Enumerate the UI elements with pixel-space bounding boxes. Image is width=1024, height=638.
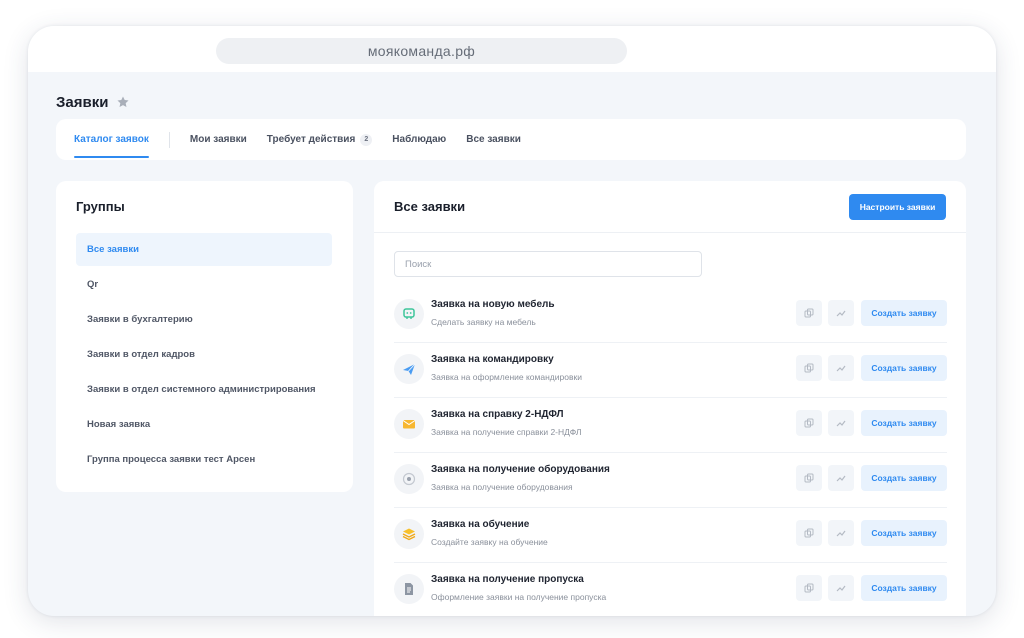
- list-item[interactable]: Заявка на новую мебель Сделать заявку на…: [394, 288, 947, 343]
- request-subtitle: Сделать заявку на мебель: [431, 317, 536, 327]
- requests-header: Все заявки Настроить заявки: [374, 181, 966, 233]
- list-item[interactable]: Заявка на командировку Заявка на оформле…: [394, 343, 947, 398]
- group-item-accounting[interactable]: Заявки в бухгалтерию: [76, 303, 332, 336]
- app-window: моякоманда.рф Заявки Каталог заявок Мои …: [28, 26, 996, 616]
- stats-icon[interactable]: [828, 410, 854, 436]
- request-subtitle: Заявка на получение справки 2-НДФЛ: [431, 427, 582, 437]
- group-item-qr[interactable]: Qr: [76, 268, 332, 301]
- request-title: Заявка на справку 2-НДФЛ: [431, 409, 564, 420]
- star-icon[interactable]: [116, 95, 130, 109]
- tab-divider: [168, 131, 170, 148]
- stats-icon[interactable]: [828, 520, 854, 546]
- list-item[interactable]: Заявка на получение пропуска Оформление …: [394, 563, 947, 616]
- page-title-row: Заявки: [56, 92, 130, 112]
- requests-panel: Все заявки Настроить заявки Заявка на но…: [374, 181, 966, 616]
- equipment-icon: [394, 464, 424, 494]
- request-title: Заявка на командировку: [431, 354, 554, 365]
- tab-catalog[interactable]: Каталог заявок: [74, 119, 149, 160]
- tab-watching[interactable]: Наблюдаю: [392, 119, 446, 160]
- copy-icon[interactable]: [796, 355, 822, 381]
- create-request-button[interactable]: Создать заявку: [861, 410, 947, 436]
- request-subtitle: Заявка на оформление командировки: [431, 372, 582, 382]
- request-subtitle: Заявка на получение оборудования: [431, 482, 573, 492]
- request-title: Заявка на получение пропуска: [431, 574, 584, 585]
- list-item[interactable]: Заявка на справку 2-НДФЛ Заявка на получ…: [394, 398, 947, 453]
- browser-bar: моякоманда.рф: [28, 26, 996, 72]
- requests-title: Все заявки: [394, 199, 466, 214]
- paper-plane-icon: [394, 354, 424, 384]
- list-item[interactable]: Заявка на обучение Создайте заявку на об…: [394, 508, 947, 563]
- furniture-robot-icon: [394, 299, 424, 329]
- stats-icon[interactable]: [828, 355, 854, 381]
- group-item-all[interactable]: Все заявки: [76, 233, 332, 266]
- copy-icon[interactable]: [796, 465, 822, 491]
- tab-all-requests[interactable]: Все заявки: [466, 119, 521, 160]
- group-item-sysadmin[interactable]: Заявки в отдел системного администрирова…: [76, 373, 332, 406]
- group-item-hr[interactable]: Заявки в отдел кадров: [76, 338, 332, 371]
- create-request-button[interactable]: Создать заявку: [861, 465, 947, 491]
- copy-icon[interactable]: [796, 575, 822, 601]
- envelope-icon: [394, 409, 424, 439]
- page-title: Заявки: [56, 93, 109, 111]
- address-bar[interactable]: моякоманда.рф: [216, 38, 627, 64]
- configure-requests-button[interactable]: Настроить заявки: [849, 194, 946, 220]
- tab-requires-action-label: Требует действия: [266, 134, 356, 145]
- group-item-test[interactable]: Группа процесса заявки тест Арсен: [76, 443, 332, 476]
- document-icon: [394, 574, 424, 604]
- tab-requires-action[interactable]: Требует действия 2: [267, 119, 373, 160]
- request-title: Заявка на обучение: [431, 519, 530, 530]
- request-title: Заявка на новую мебель: [431, 299, 555, 310]
- layers-icon: [394, 519, 424, 549]
- copy-icon[interactable]: [796, 520, 822, 546]
- stats-icon[interactable]: [828, 575, 854, 601]
- create-request-button[interactable]: Создать заявку: [861, 355, 947, 381]
- stats-icon[interactable]: [828, 465, 854, 491]
- list-item[interactable]: Заявка на получение оборудования Заявка …: [394, 453, 947, 508]
- groups-list: Все заявки Qr Заявки в бухгалтерию Заявк…: [76, 233, 332, 478]
- tab-my-requests[interactable]: Мои заявки: [190, 119, 247, 160]
- count-badge: 2: [360, 134, 373, 146]
- request-subtitle: Оформление заявки на получение пропуска: [431, 592, 607, 602]
- create-request-button[interactable]: Создать заявку: [861, 575, 947, 601]
- create-request-button[interactable]: Создать заявку: [861, 520, 947, 546]
- copy-icon[interactable]: [796, 300, 822, 326]
- copy-icon[interactable]: [796, 410, 822, 436]
- stats-icon[interactable]: [828, 300, 854, 326]
- group-item-new[interactable]: Новая заявка: [76, 408, 332, 441]
- tabs-bar: Каталог заявок Мои заявки Требует действ…: [56, 119, 966, 160]
- requests-list: Заявка на новую мебель Сделать заявку на…: [394, 288, 947, 616]
- groups-panel: Группы Все заявки Qr Заявки в бухгалтери…: [56, 181, 353, 492]
- request-title: Заявка на получение оборудования: [431, 464, 610, 475]
- groups-title: Группы: [76, 199, 125, 214]
- request-subtitle: Создайте заявку на обучение: [431, 537, 548, 547]
- create-request-button[interactable]: Создать заявку: [861, 300, 947, 326]
- search-input[interactable]: [394, 251, 702, 277]
